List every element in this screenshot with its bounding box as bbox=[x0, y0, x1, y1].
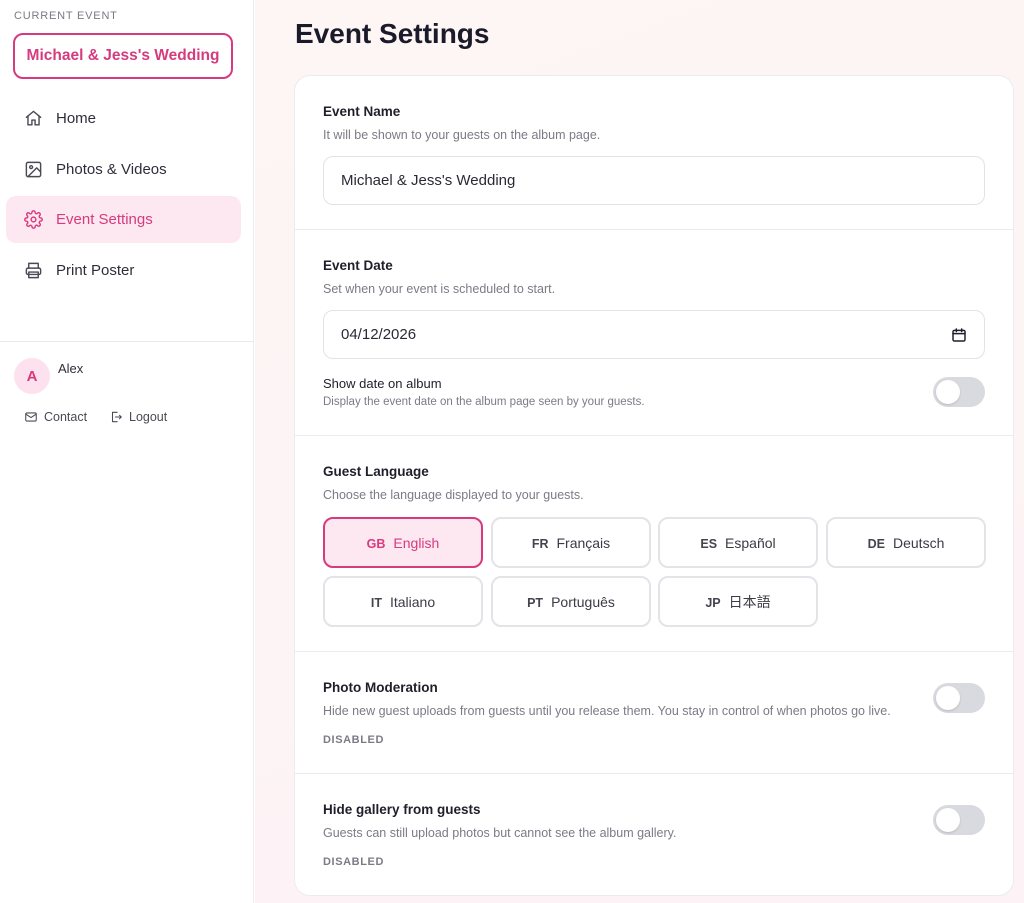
current-event-selector[interactable]: Michael & Jess's Wedding bbox=[13, 33, 233, 79]
toggle-knob bbox=[936, 686, 960, 710]
sidebar-divider bbox=[0, 341, 254, 342]
avatar[interactable]: A bbox=[14, 358, 50, 394]
nav-item-print-poster[interactable]: Print Poster bbox=[6, 247, 241, 294]
guest-language-section: Guest Language Choose the language displ… bbox=[295, 436, 1013, 652]
sidebar: CURRENT EVENT Michael & Jess's Wedding H… bbox=[0, 0, 254, 903]
language-option-french[interactable]: FR Français bbox=[491, 517, 651, 568]
event-name-input[interactable]: Michael & Jess's Wedding bbox=[323, 156, 985, 205]
main-content: Event Settings Event Name It will be sho… bbox=[255, 0, 1024, 903]
show-date-toggle[interactable] bbox=[933, 377, 985, 407]
flag-code: JP bbox=[705, 595, 721, 610]
settings-card: Event Name It will be shown to your gues… bbox=[294, 75, 1014, 896]
show-date-description: Display the event date on the album page… bbox=[323, 396, 645, 408]
logout-icon bbox=[111, 411, 122, 423]
section-title: Guest Language bbox=[323, 464, 429, 479]
flag-code: ES bbox=[700, 536, 718, 551]
toggle-knob bbox=[936, 808, 960, 832]
nav-item-home[interactable]: Home bbox=[6, 95, 241, 142]
nav-label: Photos & Videos bbox=[56, 161, 167, 178]
user-name: Alex bbox=[58, 361, 84, 376]
calendar-icon[interactable] bbox=[951, 327, 967, 343]
nav-label: Print Poster bbox=[56, 262, 135, 279]
flag-code: FR bbox=[531, 536, 549, 551]
status-badge: DISABLED bbox=[323, 734, 385, 746]
language-label: Español bbox=[725, 534, 776, 551]
language-option-english[interactable]: GB English bbox=[323, 517, 483, 568]
language-option-portuguese[interactable]: PT Português bbox=[491, 576, 651, 627]
section-title: Photo Moderation bbox=[323, 680, 438, 695]
home-icon bbox=[23, 109, 43, 129]
language-label: Italiano bbox=[389, 593, 436, 610]
show-date-title: Show date on album bbox=[323, 376, 442, 391]
event-name-section: Event Name It will be shown to your gues… bbox=[295, 76, 1013, 230]
language-option-japanese[interactable]: JP 日本語 bbox=[658, 576, 818, 627]
language-label: Deutsch bbox=[893, 534, 945, 551]
logout-label: Logout bbox=[129, 410, 168, 424]
nav-item-event-settings[interactable]: Event Settings bbox=[6, 196, 241, 243]
section-description: Hide new guest uploads from guests until… bbox=[323, 704, 891, 718]
language-label: Português bbox=[551, 593, 615, 610]
nav-item-photos-videos[interactable]: Photos & Videos bbox=[6, 146, 241, 193]
contact-label: Contact bbox=[44, 410, 88, 424]
section-title: Event Date bbox=[323, 258, 393, 273]
event-date-input[interactable]: 04/12/2026 bbox=[323, 310, 985, 359]
language-option-italian[interactable]: IT Italiano bbox=[323, 576, 483, 627]
event-date-section: Event Date Set when your event is schedu… bbox=[295, 230, 1013, 436]
contact-link[interactable]: Contact bbox=[24, 410, 87, 424]
flag-code: PT bbox=[527, 595, 544, 610]
language-label: Français bbox=[556, 534, 611, 551]
toggle-knob bbox=[936, 380, 960, 404]
hide-gallery-toggle[interactable] bbox=[933, 805, 985, 835]
section-description: Set when your event is scheduled to star… bbox=[323, 282, 556, 296]
language-label: English bbox=[393, 534, 440, 551]
current-event-caption: CURRENT EVENT bbox=[14, 10, 118, 22]
image-icon bbox=[23, 160, 43, 180]
hide-gallery-section: Hide gallery from guests Guests can stil… bbox=[295, 774, 1013, 895]
language-label: 日本語 bbox=[728, 593, 771, 610]
section-description: Guests can still upload photos but canno… bbox=[323, 826, 677, 840]
nav-label: Home bbox=[56, 110, 97, 127]
status-badge: DISABLED bbox=[323, 856, 385, 868]
mail-icon bbox=[25, 412, 37, 422]
page-title: Event Settings bbox=[295, 18, 490, 49]
photo-moderation-toggle[interactable] bbox=[933, 683, 985, 713]
logout-link[interactable]: Logout bbox=[109, 410, 167, 424]
section-description: It will be shown to your guests on the a… bbox=[323, 128, 601, 142]
event-date-value: 04/12/2026 bbox=[341, 326, 417, 343]
flag-code: IT bbox=[370, 595, 382, 610]
language-option-german[interactable]: DE Deutsch bbox=[826, 517, 986, 568]
language-option-spanish[interactable]: ES Español bbox=[658, 517, 818, 568]
flag-code: DE bbox=[867, 536, 885, 551]
nav-label: Event Settings bbox=[56, 211, 153, 228]
gear-icon bbox=[23, 210, 43, 230]
section-description: Choose the language displayed to your gu… bbox=[323, 488, 584, 502]
section-title: Hide gallery from guests bbox=[323, 802, 481, 817]
section-title: Event Name bbox=[323, 104, 401, 119]
printer-icon bbox=[23, 261, 43, 281]
photo-moderation-section: Photo Moderation Hide new guest uploads … bbox=[295, 652, 1013, 774]
flag-code: GB bbox=[366, 536, 386, 551]
